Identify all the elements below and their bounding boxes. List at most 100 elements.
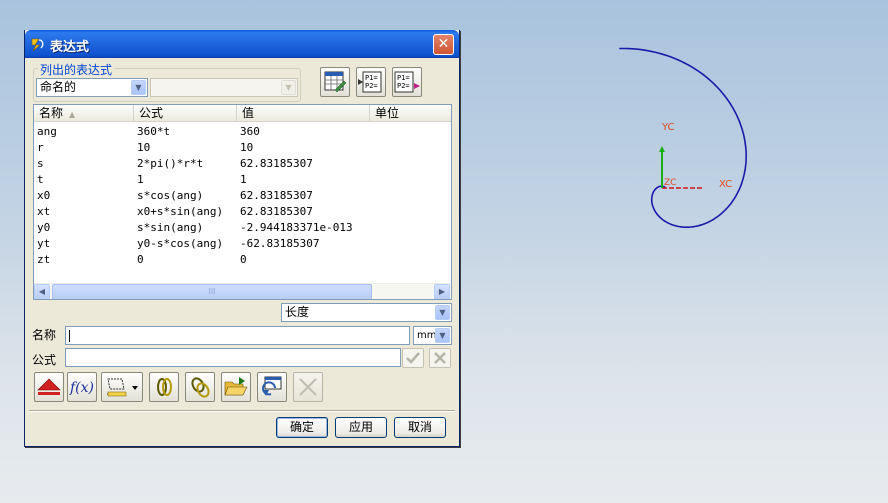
chevron-down-icon[interactable]: ▼ xyxy=(435,305,450,320)
open-file-button[interactable] xyxy=(221,372,251,402)
name-field[interactable] xyxy=(65,326,410,345)
cell-name: r xyxy=(37,141,44,154)
column-header-name-label: 名称 xyxy=(39,106,64,120)
cell-formula: s*cos(ang) xyxy=(137,189,204,202)
table-row[interactable]: ang 360*t 360 xyxy=(34,124,451,140)
cell-value: 360 xyxy=(240,125,260,138)
listed-expressions-label: 列出的表达式 xyxy=(38,61,115,78)
import-expressions-icon: P1= P2= xyxy=(358,71,382,93)
cell-formula: y0-s*cos(ang) xyxy=(137,237,224,250)
function-icon: f(x) xyxy=(69,380,94,396)
filter-combo[interactable]: 命名的 ▼ xyxy=(36,78,148,97)
table-row[interactable]: zt 0 0 xyxy=(34,252,451,268)
cell-formula: x0+s*sin(ang) xyxy=(137,205,224,218)
unit-combo[interactable]: mm ▼ xyxy=(413,326,452,345)
list-header: 名称 ▲ 公式 值 单位 xyxy=(34,105,451,122)
horizontal-scrollbar[interactable]: ◀ III ▶ xyxy=(34,283,451,299)
unit-combo-value: mm xyxy=(417,330,437,341)
column-header-formula[interactable]: 公式 xyxy=(134,105,237,122)
cell-name: y0 xyxy=(37,221,51,234)
table-row[interactable]: xt x0+s*sin(ang) 62.83185307 xyxy=(34,204,451,220)
scroll-right-icon[interactable]: ▶ xyxy=(434,284,450,299)
apply-button[interactable]: 应用 xyxy=(335,417,387,438)
expression-app-icon xyxy=(31,38,44,52)
cell-name: x0 xyxy=(37,189,51,202)
scrollbar-grip: III xyxy=(208,287,216,296)
cell-value: -62.83185307 xyxy=(240,237,320,250)
expressions-list[interactable]: 名称 ▲ 公式 值 单位 ang 360*t 360 r 10 10 s 2*pi()*r*t 6… xyxy=(33,104,452,300)
cell-value: 62.83185307 xyxy=(240,157,313,170)
cell-name: ang xyxy=(37,125,57,138)
axis-label-xc: XC xyxy=(719,179,733,190)
formula-label: 公式 xyxy=(32,353,57,367)
link-button[interactable] xyxy=(149,372,179,402)
cell-formula: 1 xyxy=(137,173,144,186)
delete-icon xyxy=(37,378,61,395)
refresh-button[interactable] xyxy=(257,372,287,402)
secondary-filter-combo: ▼ xyxy=(150,78,298,97)
divider xyxy=(29,410,455,412)
cell-name: t xyxy=(37,173,44,186)
scrollbar-thumb[interactable]: III xyxy=(52,284,372,299)
cell-name: s xyxy=(37,157,44,170)
filter-combo-value: 命名的 xyxy=(40,80,77,94)
scroll-left-icon[interactable]: ◀ xyxy=(34,284,50,299)
cancel-edit-button xyxy=(293,372,323,402)
spiral-curve[interactable] xyxy=(619,47,748,228)
svg-text:P1=: P1= xyxy=(397,74,410,82)
check-icon xyxy=(406,352,420,364)
import-expressions-button[interactable]: P1= P2= xyxy=(356,67,386,97)
column-header-unit[interactable]: 单位 xyxy=(370,105,451,122)
cell-formula: 360*t xyxy=(137,125,171,138)
svg-text:f(x): f(x) xyxy=(69,380,94,396)
ok-button[interactable]: 确定 xyxy=(276,417,328,438)
sort-ascending-icon: ▲ xyxy=(69,110,76,119)
svg-text:P2=: P2= xyxy=(365,82,378,90)
measure-button[interactable] xyxy=(101,372,143,402)
export-expressions-icon: P1= P2= xyxy=(394,71,420,93)
cancel-button[interactable]: 取消 xyxy=(394,417,446,438)
name-label: 名称 xyxy=(32,328,57,342)
table-row[interactable]: r 10 10 xyxy=(34,140,451,156)
cell-value: 62.83185307 xyxy=(240,205,313,218)
delete-expression-button[interactable] xyxy=(34,372,64,402)
chevron-down-icon[interactable]: ▼ xyxy=(435,328,450,343)
spreadsheet-edit-button[interactable] xyxy=(320,67,350,97)
cell-name: zt xyxy=(37,253,51,266)
table-row[interactable]: x0 s*cos(ang) 62.83185307 xyxy=(34,188,451,204)
refresh-icon xyxy=(262,376,282,396)
table-row[interactable]: y0 s*sin(ang) -2.944183371e-013 xyxy=(34,220,451,236)
expressions-dialog: 表达式 ✕ 列出的表达式 命名的 ▼ ▼ P1= P2= P1= P2= 名称 … xyxy=(24,30,460,447)
axis-label-zc: ZC xyxy=(664,178,677,188)
open-file-icon xyxy=(224,377,248,396)
accept-edit-button xyxy=(402,348,424,368)
column-header-value[interactable]: 值 xyxy=(237,105,370,122)
cell-value: 1 xyxy=(240,173,247,186)
close-button[interactable]: ✕ xyxy=(433,34,454,55)
formula-field[interactable] xyxy=(65,348,401,367)
dimension-type-value: 长度 xyxy=(285,305,310,319)
table-row[interactable]: yt y0-s*cos(ang) -62.83185307 xyxy=(34,236,451,252)
table-row[interactable]: t 1 1 xyxy=(34,172,451,188)
interpart-reference-icon xyxy=(191,377,210,398)
cell-formula: 10 xyxy=(137,141,151,154)
export-expressions-button[interactable]: P1= P2= xyxy=(392,67,422,97)
cell-value: -2.944183371e-013 xyxy=(240,221,353,234)
cancel-edit-icon xyxy=(299,378,317,396)
column-header-name[interactable]: 名称 ▲ xyxy=(34,105,134,122)
cell-value: 10 xyxy=(240,141,254,154)
chevron-down-icon[interactable]: ▼ xyxy=(131,80,146,95)
interpart-reference-button[interactable] xyxy=(185,372,215,402)
svg-text:P2=: P2= xyxy=(397,82,410,90)
table-row[interactable]: s 2*pi()*r*t 62.83185307 xyxy=(34,156,451,172)
text-caret xyxy=(69,330,70,342)
spreadsheet-edit-icon xyxy=(324,71,347,93)
svg-text:P1=: P1= xyxy=(365,74,378,82)
reject-edit-button xyxy=(429,348,451,368)
link-icon xyxy=(157,378,172,396)
function-button[interactable]: f(x) xyxy=(67,372,97,402)
dialog-titlebar[interactable]: 表达式 ✕ xyxy=(25,30,459,58)
x-icon xyxy=(434,352,446,364)
dimension-type-combo[interactable]: 长度 ▼ xyxy=(281,303,452,322)
dialog-title: 表达式 xyxy=(50,40,90,55)
